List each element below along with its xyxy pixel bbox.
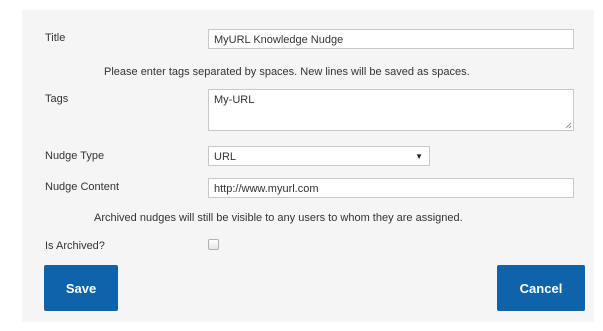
tags-textarea[interactable]: My-URL: [208, 89, 574, 131]
nudge-content-label: Nudge Content: [45, 181, 119, 193]
tags-label: Tags: [45, 93, 69, 105]
nudge-type-select[interactable]: URL ▼: [208, 146, 430, 166]
nudge-edit-form: Title MyURL Knowledge Nudge Please enter…: [22, 10, 594, 322]
is-archived-label: Is Archived?: [45, 240, 105, 252]
triangle-down-icon: ▼: [415, 152, 423, 161]
archived-hint: Archived nudges will still be visible to…: [94, 212, 463, 224]
resize-grip-icon[interactable]: [565, 122, 572, 129]
nudge-type-label: Nudge Type: [45, 150, 105, 162]
is-archived-checkbox[interactable]: [208, 239, 219, 250]
tags-value: My-URL: [214, 94, 255, 106]
title-label: Title: [45, 32, 66, 44]
nudge-content-input[interactable]: http://www.myurl.com: [208, 178, 574, 198]
tags-hint: Please enter tags separated by spaces. N…: [104, 66, 470, 78]
nudge-type-selected: URL: [214, 151, 237, 163]
title-input[interactable]: MyURL Knowledge Nudge: [208, 29, 574, 49]
save-button[interactable]: Save: [44, 265, 118, 311]
cancel-button[interactable]: Cancel: [497, 265, 585, 311]
